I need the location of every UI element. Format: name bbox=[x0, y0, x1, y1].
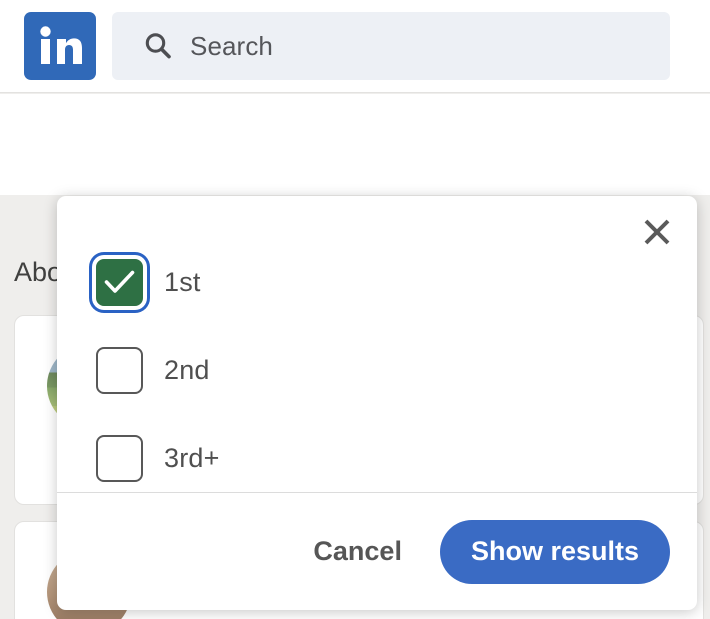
filter-bar: People Connections Locations bbox=[0, 94, 710, 195]
search-icon bbox=[142, 30, 174, 62]
checkbox-3rd-plus[interactable] bbox=[96, 434, 143, 482]
connections-filter-dialog: 1st 2nd 3rd+ Cancel Show results bbox=[57, 196, 697, 610]
app-header: Search bbox=[0, 0, 710, 93]
checkmark-icon bbox=[104, 270, 135, 293]
search-input[interactable]: Search bbox=[112, 12, 670, 80]
connection-degree-options: 1st 2nd 3rd+ bbox=[57, 238, 697, 502]
checkbox-2nd[interactable] bbox=[96, 346, 143, 394]
linkedin-logo-icon[interactable] bbox=[24, 12, 96, 80]
option-row-1st[interactable]: 1st bbox=[57, 238, 697, 326]
option-label-2nd: 2nd bbox=[164, 354, 210, 385]
option-row-2nd[interactable]: 2nd bbox=[57, 326, 697, 414]
option-label-3rd-plus: 3rd+ bbox=[164, 442, 220, 473]
option-row-3rd-plus[interactable]: 3rd+ bbox=[57, 414, 697, 502]
search-placeholder-text: Search bbox=[190, 30, 273, 61]
option-label-1st: 1st bbox=[164, 266, 201, 297]
checkbox-1st[interactable] bbox=[96, 258, 143, 306]
show-results-button[interactable]: Show results bbox=[439, 519, 670, 584]
dialog-footer: Cancel Show results bbox=[57, 493, 697, 610]
cancel-button[interactable]: Cancel bbox=[309, 528, 406, 575]
